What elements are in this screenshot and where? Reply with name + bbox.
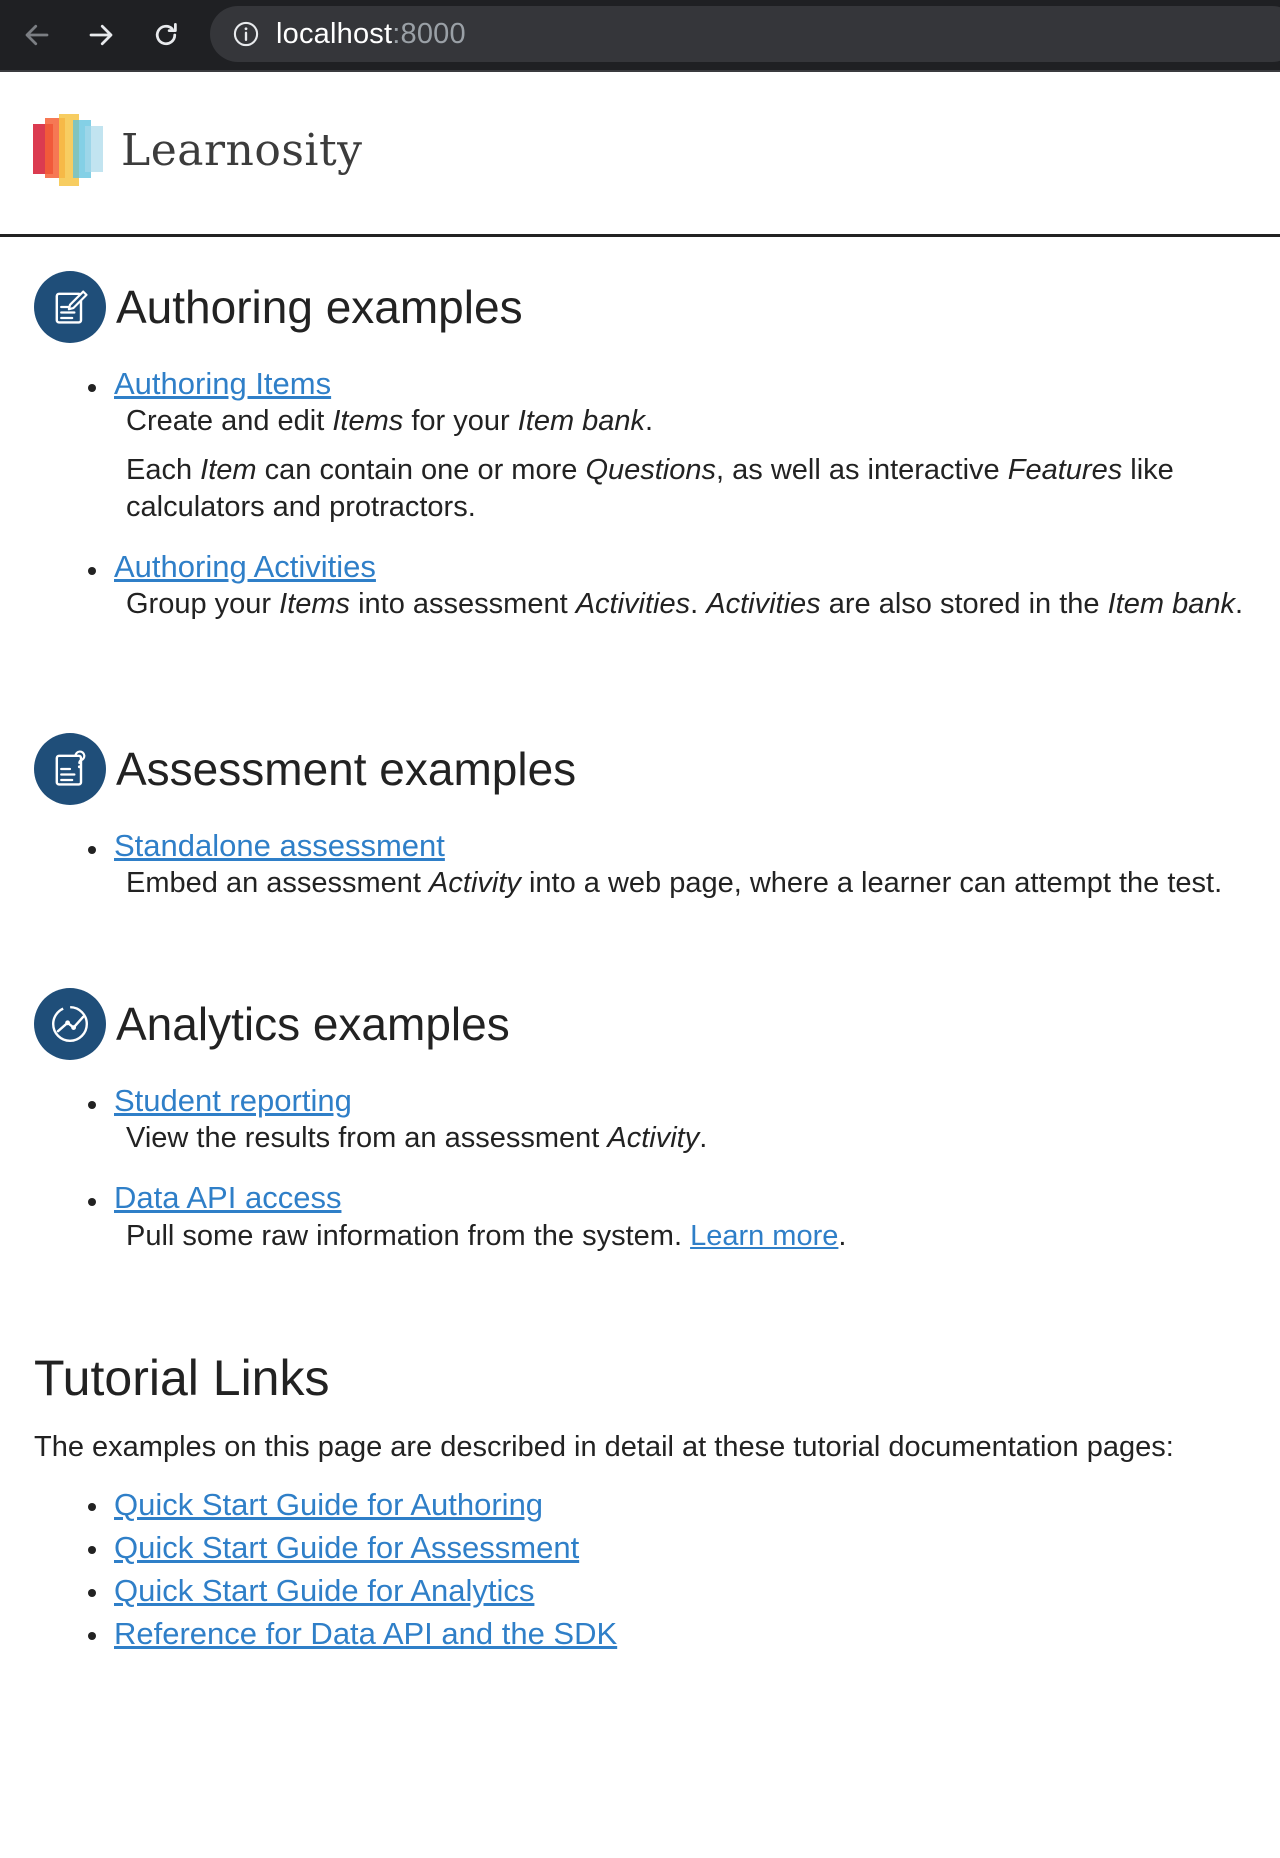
assessment-section-title: Assessment examples [116,743,577,795]
info-icon [233,21,259,47]
learnosity-logo[interactable]: Learnosity [33,114,363,186]
learn-more-link[interactable]: Learn more [690,1220,838,1252]
reload-icon [155,23,177,46]
list-item: Quick Start Guide for Assessment [88,1529,1246,1572]
authoring-activities-link[interactable]: Authoring Activities [114,549,376,584]
back-button[interactable] [14,12,60,58]
tutorial-list: Quick Start Guide for Authoring Quick St… [34,1486,1246,1658]
site-header: Learnosity [0,72,1280,237]
url-port: :8000 [392,17,466,50]
standalone-assessment-link[interactable]: Standalone assessment [114,828,445,863]
authoring-items-link[interactable]: Authoring Items [114,366,331,401]
assessment-question-icon [34,733,106,805]
student-reporting-desc: View the results from an assessment Acti… [126,1122,708,1154]
student-reporting-link[interactable]: Student reporting [114,1083,352,1118]
analytics-list: Student reporting View the results from … [34,1082,1246,1255]
standalone-assessment-desc: Embed an assessment Activity into a web … [126,867,1223,899]
quick-start-assessment-link[interactable]: Quick Start Guide for Assessment [114,1530,579,1565]
url-host: localhost [276,17,393,50]
analytics-chart-icon [34,988,106,1060]
forward-button[interactable] [78,12,124,58]
authoring-section-title: Authoring examples [116,281,523,333]
authoring-items-desc-1: Create and edit Items for your Item bank… [126,405,654,437]
list-item: Authoring Activities Group your Items in… [88,548,1246,623]
arrow-right-icon [89,24,113,46]
main-content: Authoring examples Authoring Items Creat… [0,271,1280,1658]
data-api-access-link[interactable]: Data API access [114,1180,341,1215]
list-item: Quick Start Guide for Analytics [88,1572,1246,1615]
list-item: Quick Start Guide for Authoring [88,1486,1246,1529]
authoring-activities-desc: Group your Items into assessment Activit… [126,588,1244,620]
authoring-list: Authoring Items Create and edit Items fo… [34,365,1246,623]
site-info-button[interactable] [232,20,260,48]
authoring-items-desc-2: Each Item can contain one or more Questi… [126,454,1174,523]
logo-mark-icon [33,114,103,186]
authoring-section-header: Authoring examples [34,271,1246,343]
quick-start-authoring-link[interactable]: Quick Start Guide for Authoring [114,1487,543,1522]
tutorial-links-title: Tutorial Links [34,1350,330,1406]
tutorial-intro: The examples on this page are described … [34,1431,1174,1463]
list-item: Data API access Pull some raw informatio… [88,1179,1246,1255]
authoring-edit-icon [34,271,106,343]
url-text[interactable]: localhost:8000 [276,18,466,51]
quick-start-analytics-link[interactable]: Quick Start Guide for Analytics [114,1573,534,1608]
list-item: Student reporting View the results from … [88,1082,1246,1157]
address-bar[interactable]: localhost:8000 [210,6,1280,62]
list-item: Authoring Items Create and edit Items fo… [88,365,1246,526]
reload-button[interactable] [143,12,189,58]
data-api-access-desc: Pull some raw information from the syste… [126,1220,847,1252]
list-item: Reference for Data API and the SDK [88,1615,1246,1658]
assessment-list: Standalone assessment Embed an assessmen… [34,827,1246,902]
logo-text: Learnosity [121,124,363,176]
analytics-section-title: Analytics examples [116,998,510,1050]
data-api-sdk-reference-link[interactable]: Reference for Data API and the SDK [114,1616,617,1651]
list-item: Standalone assessment Embed an assessmen… [88,827,1246,902]
analytics-section-header: Analytics examples [34,988,1246,1060]
arrow-left-icon [25,24,49,46]
browser-toolbar: localhost:8000 [0,0,1280,72]
assessment-section-header: Assessment examples [34,733,1246,805]
